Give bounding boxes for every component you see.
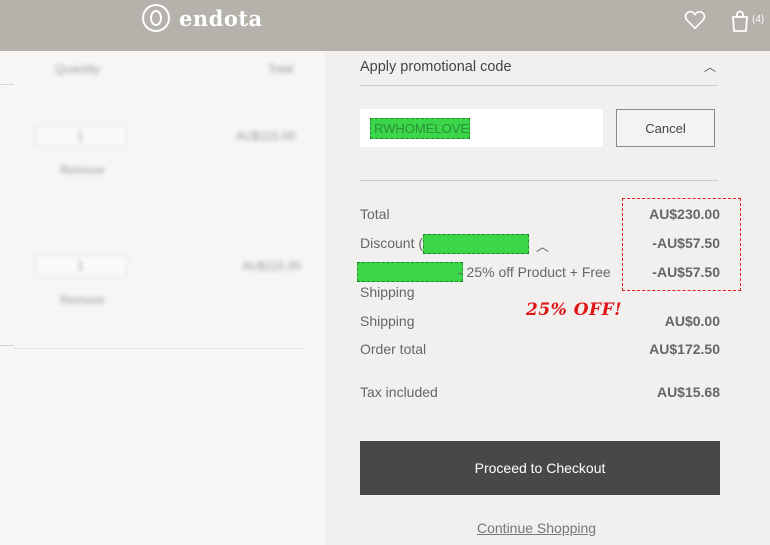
promo-code-toggle[interactable]: Apply promotional code	[360, 59, 512, 75]
divider	[14, 348, 304, 349]
logo-mark-icon	[142, 4, 170, 32]
redacted-code	[423, 234, 529, 254]
brand-name: endota	[179, 5, 263, 31]
quantity-value: 1	[77, 259, 84, 273]
order-total-label: Order total	[360, 341, 427, 357]
divider	[0, 84, 14, 85]
divider	[360, 85, 718, 86]
continue-shopping-link[interactable]: Continue Shopping	[477, 520, 596, 536]
tax-value: AU$15.68	[656, 384, 720, 400]
remove-link[interactable]: Remove	[60, 163, 105, 177]
proceed-to-checkout-button[interactable]: Proceed to Checkout	[360, 441, 720, 495]
redacted-promo-name	[357, 262, 463, 282]
wishlist-heart-icon[interactable]	[684, 10, 706, 30]
total-label: Total	[360, 206, 390, 222]
discount-description-wrap: Shipping	[360, 284, 415, 300]
divider	[360, 180, 718, 181]
discount-label: Discount (	[360, 235, 424, 251]
brand-logo[interactable]: endota	[142, 4, 263, 32]
chevron-up-icon[interactable]: ︿	[704, 58, 716, 75]
quantity-value: 1	[77, 129, 84, 143]
column-header-total: Total	[268, 62, 294, 76]
shopping-bag-icon[interactable]	[730, 10, 750, 32]
remove-link[interactable]: Remove	[60, 293, 105, 307]
divider	[0, 345, 14, 346]
promo-code-value: RWHOMELOVE	[370, 118, 470, 139]
order-total-value: AU$172.50	[649, 341, 720, 357]
chevron-up-icon[interactable]: ︿	[536, 236, 549, 255]
cancel-button[interactable]: Cancel	[616, 109, 715, 147]
annotation-text: 25% OFF!	[526, 300, 623, 320]
site-header: endota (4)	[0, 0, 770, 51]
cart-count-badge: (4)	[752, 14, 765, 25]
column-header-quantity: Quantity	[55, 62, 100, 76]
shipping-label: Shipping	[360, 313, 415, 329]
item-total: AU$115.00	[236, 129, 296, 143]
discount-description: - 25% off Product + Free	[458, 264, 611, 280]
annotation-box	[622, 198, 741, 291]
item-total: AU$115.00	[242, 259, 302, 273]
shipping-value: AU$0.00	[664, 313, 720, 329]
tax-label: Tax included	[360, 384, 438, 400]
